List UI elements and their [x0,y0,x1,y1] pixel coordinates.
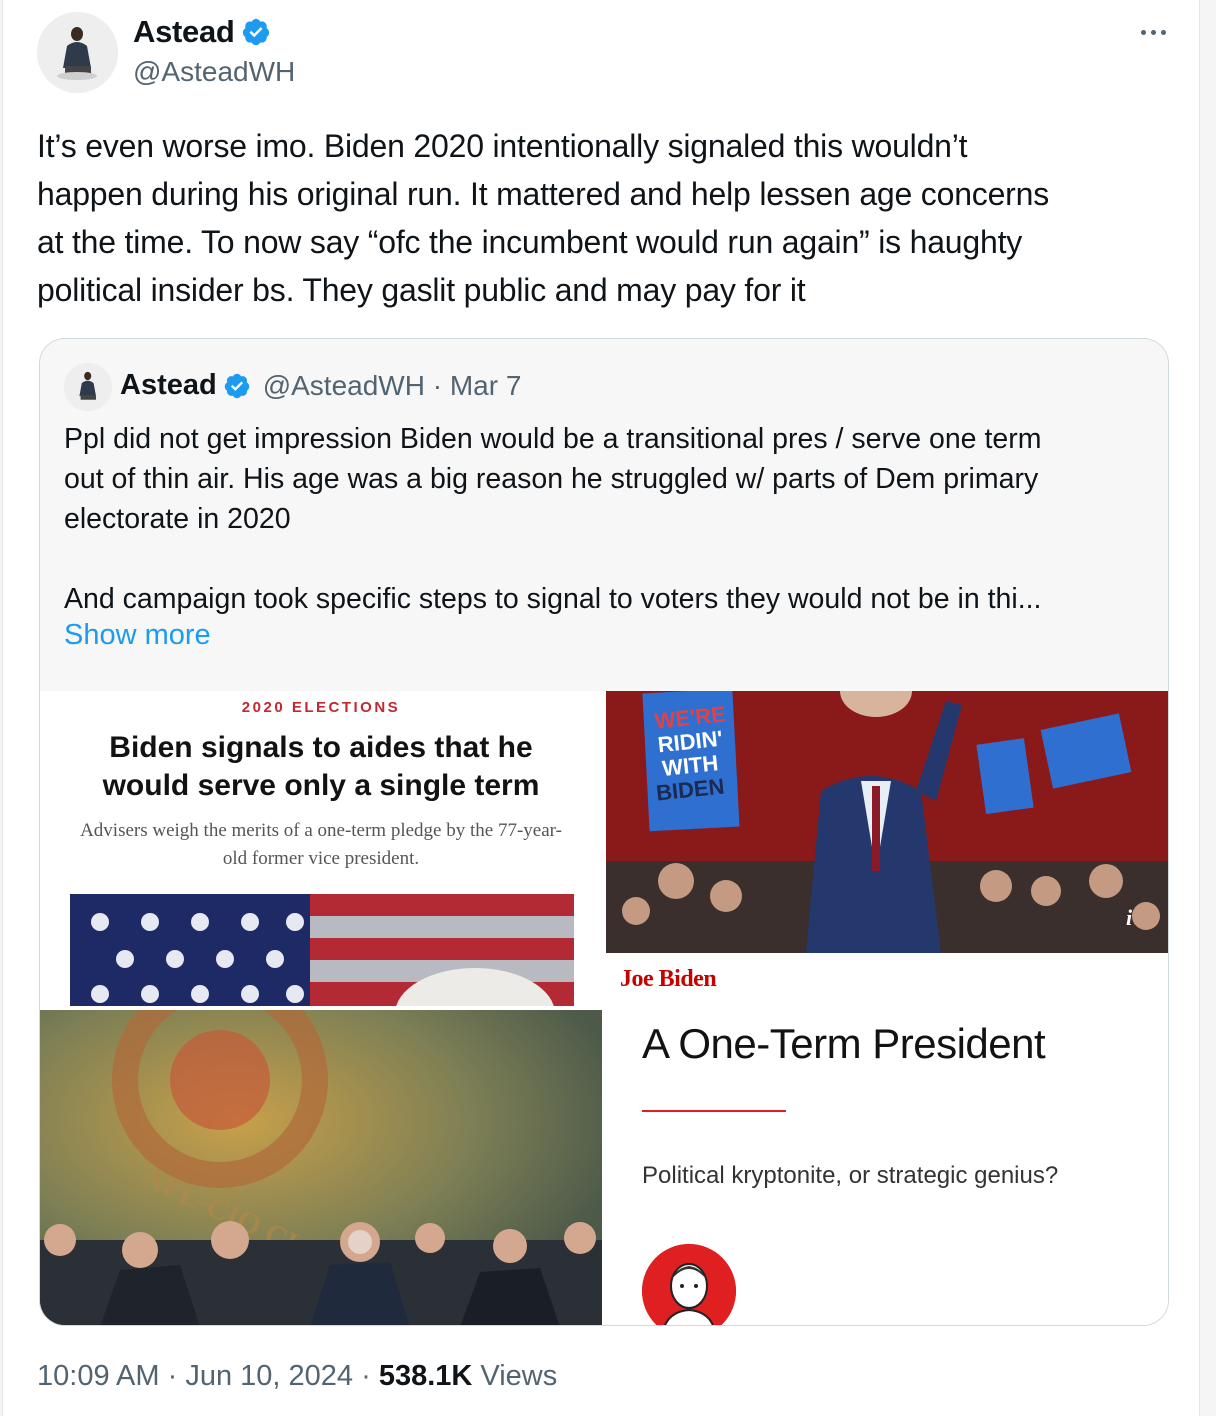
author-avatar[interactable] [37,12,118,93]
separator: · [167,1360,178,1392]
quoted-author-row: Astead @AsteadWH · Mar 7 [120,369,521,402]
media-image-article-headline[interactable]: 2020 ELECTIONS Biden signals to aides th… [40,691,602,1006]
article-subtitle: Political kryptonite, or strategic geniu… [642,1162,1059,1189]
show-more-link[interactable]: Show more [64,619,211,652]
media-image-rally[interactable]: WE'RE RIDIN' WITH BIDEN i Joe Biden [606,691,1168,1006]
red-divider [642,1110,786,1112]
author-name[interactable]: Astead [133,14,235,50]
article-dek: Advisers weigh the merits of a one-term … [80,820,562,869]
quoted-media-grid: 2020 ELECTIONS Biden signals to aides th… [40,691,1168,1325]
article-title: A One-Term President [642,1020,1046,1067]
views-count[interactable]: 538.1K [379,1360,473,1392]
tweet-card: Astead @AsteadWH It’s even worse imo. Bi… [2,0,1200,1416]
article-headline: Biden signals to aides that he would ser… [102,731,540,802]
author-handle[interactable]: @AsteadWH [133,56,295,88]
quoted-handle-date: @AsteadWH · Mar 7 [262,369,522,401]
views-label: Views [480,1360,558,1392]
tweet-date[interactable]: Jun 10, 2024 [185,1360,353,1392]
article-kicker: 2020 ELECTIONS [241,699,401,716]
verified-badge-icon [224,373,249,398]
tweet-text: It’s even worse imo. Biden 2020 intentio… [37,128,1050,308]
media-image-one-term-article[interactable]: A One-Term President Political kryptonit… [606,1010,1168,1325]
quoted-tweet-header: Astead @AsteadWH · Mar 7 Ppl did not get… [40,339,1168,691]
tweet-footer: 10:09 AM · Jun 10, 2024 · 538.1K Views [37,1360,557,1393]
quoted-tweet[interactable]: Astead @AsteadWH · Mar 7 Ppl did not get… [39,338,1169,1326]
tweet-time[interactable]: 10:09 AM [37,1360,160,1392]
info-icon[interactable]: i [1126,905,1148,933]
media-image-union-hall[interactable]: AFL-CIO CLC [40,1010,602,1325]
more-options-icon[interactable] [1133,20,1173,44]
flag-photo [70,894,574,1006]
photo-caption: Joe Biden [620,966,717,992]
quoted-author-avatar [64,363,112,411]
quoted-author-name: Astead [120,369,217,401]
author-portrait [642,1244,736,1325]
rally-photo: WE'RE RIDIN' WITH BIDEN [606,691,1168,953]
author-name-row[interactable]: Astead [133,14,271,50]
quoted-tweet-text: Ppl did not get impression Biden would b… [64,423,1042,615]
verified-badge-icon [242,18,269,46]
separator: · [361,1360,371,1392]
